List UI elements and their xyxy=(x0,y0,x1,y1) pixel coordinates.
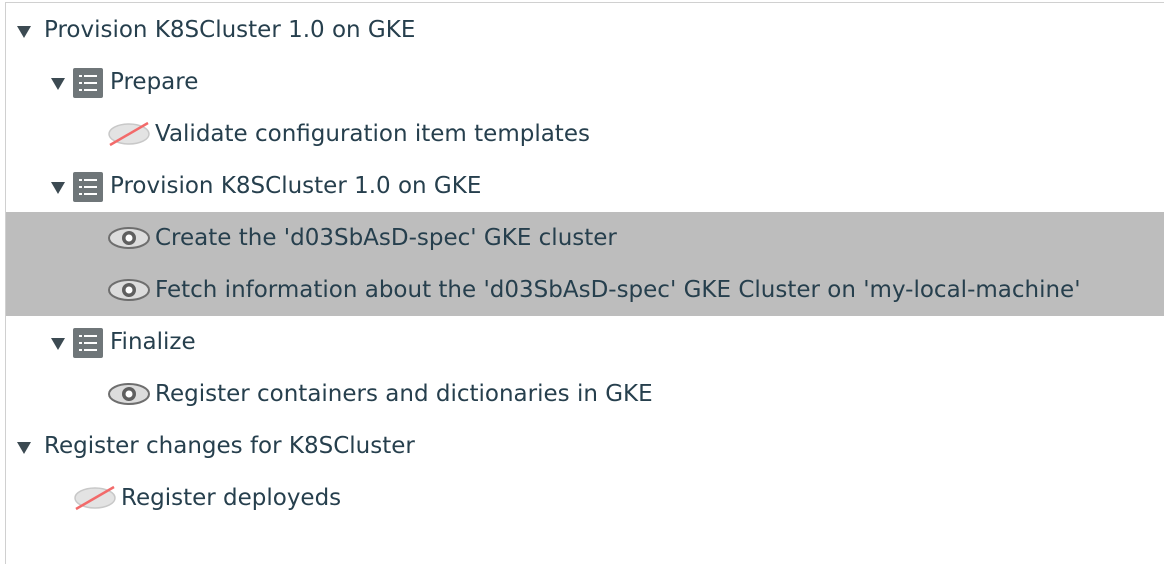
tree-step-list-finalize[interactable]: Finalize xyxy=(6,316,1164,368)
tree-step-list-prepare[interactable]: Prepare xyxy=(6,56,1164,108)
expand-toggle-icon[interactable] xyxy=(17,442,31,454)
eye-icon xyxy=(108,383,150,405)
tree-item-label: Prepare xyxy=(110,69,199,95)
step-list-icon xyxy=(73,328,103,358)
eye-hidden-icon xyxy=(74,485,116,511)
eye-icon xyxy=(108,227,150,249)
eye-hidden-icon xyxy=(108,121,150,147)
eye-icon xyxy=(108,279,150,301)
tree-item-label: Fetch information about the 'd03SbAsD-sp… xyxy=(155,277,1081,303)
expand-toggle-icon[interactable] xyxy=(17,26,31,38)
tree-step-fetch-cluster-info[interactable]: Fetch information about the 'd03SbAsD-sp… xyxy=(6,264,1164,316)
tree-step-list-provision[interactable]: Provision K8SCluster 1.0 on GKE xyxy=(6,160,1164,212)
tree-item-label: Register changes for K8SCluster xyxy=(44,433,415,459)
tree-group-provision[interactable]: Provision K8SCluster 1.0 on GKE xyxy=(6,4,1164,56)
tree-item-label: Finalize xyxy=(110,329,196,355)
tree-item-label: Register containers and dictionaries in … xyxy=(155,381,653,407)
tree-item-label: Provision K8SCluster 1.0 on GKE xyxy=(44,17,416,43)
tree-item-label: Create the 'd03SbAsD-spec' GKE cluster xyxy=(155,225,617,251)
tree-step-validate-templates[interactable]: Validate configuration item templates xyxy=(6,108,1164,160)
step-list-icon xyxy=(73,172,103,202)
tree-step-register-containers[interactable]: Register containers and dictionaries in … xyxy=(6,368,1164,420)
expand-toggle-icon[interactable] xyxy=(51,182,65,194)
tree-item-label: Validate configuration item templates xyxy=(155,121,590,147)
expand-toggle-icon[interactable] xyxy=(51,78,65,90)
step-list-icon xyxy=(73,68,103,98)
expand-toggle-icon[interactable] xyxy=(51,338,65,350)
deployment-plan-tree: Provision K8SCluster 1.0 on GKE Prepare … xyxy=(5,2,1164,564)
tree-step-register-deployeds[interactable]: Register deployeds xyxy=(6,472,1164,524)
tree-item-label: Provision K8SCluster 1.0 on GKE xyxy=(110,173,482,199)
tree-item-label: Register deployeds xyxy=(121,485,342,511)
tree-group-register-changes[interactable]: Register changes for K8SCluster xyxy=(6,420,1164,472)
tree-step-create-cluster[interactable]: Create the 'd03SbAsD-spec' GKE cluster xyxy=(6,212,1164,264)
